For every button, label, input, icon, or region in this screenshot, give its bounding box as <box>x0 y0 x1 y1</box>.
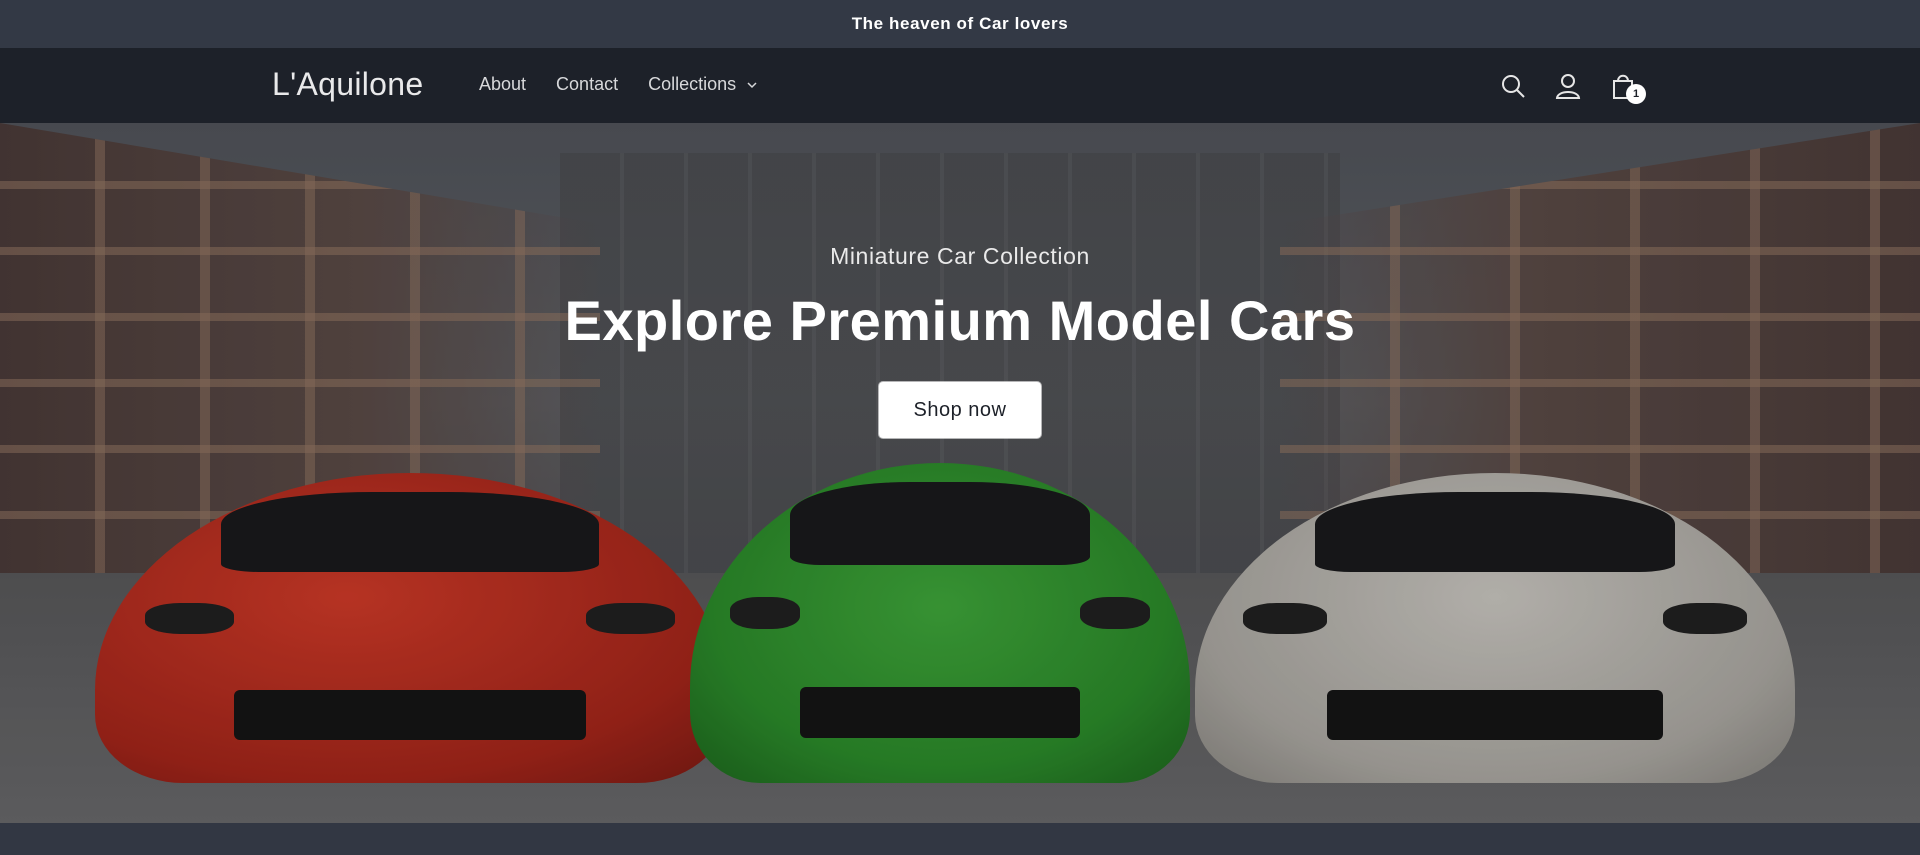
main-nav: About Contact Collections <box>479 74 788 95</box>
cart-count-badge: 1 <box>1626 83 1646 104</box>
nav-item-about[interactable]: About <box>479 74 526 95</box>
nav-item-contact[interactable]: Contact <box>556 74 618 95</box>
search-icon <box>1502 74 1525 98</box>
shop-now-button[interactable]: Shop now <box>879 382 1041 438</box>
store-logo[interactable]: L'Aquilone <box>272 66 423 103</box>
search-button[interactable] <box>1496 69 1530 103</box>
hero-overlay <box>0 123 1920 823</box>
announcement-bar: The heaven of Car lovers <box>0 0 1920 48</box>
nav-item-label: Collections <box>648 74 737 94</box>
nav-item-label: About <box>479 74 527 94</box>
hero-subtitle: Miniature Car Collection <box>830 243 1090 269</box>
cart-button[interactable]: 1 <box>1606 69 1646 104</box>
nav-item-label: Contact <box>556 74 619 94</box>
announcement-text: The heaven of Car lovers <box>851 14 1069 33</box>
account-icon <box>1555 73 1581 99</box>
hero-banner: Miniature Car Collection Explore Premium… <box>0 123 1920 823</box>
hero-title: Explore Premium Model Cars <box>564 289 1356 352</box>
site-header: L'Aquilone About Contact Collections 1 <box>0 48 1920 123</box>
header-actions: 1 <box>1496 48 1661 123</box>
bottom-section-edge <box>0 823 1920 855</box>
nav-item-collections[interactable]: Collections <box>648 74 758 95</box>
chevron-down-icon <box>747 81 757 88</box>
account-button[interactable] <box>1551 69 1585 103</box>
